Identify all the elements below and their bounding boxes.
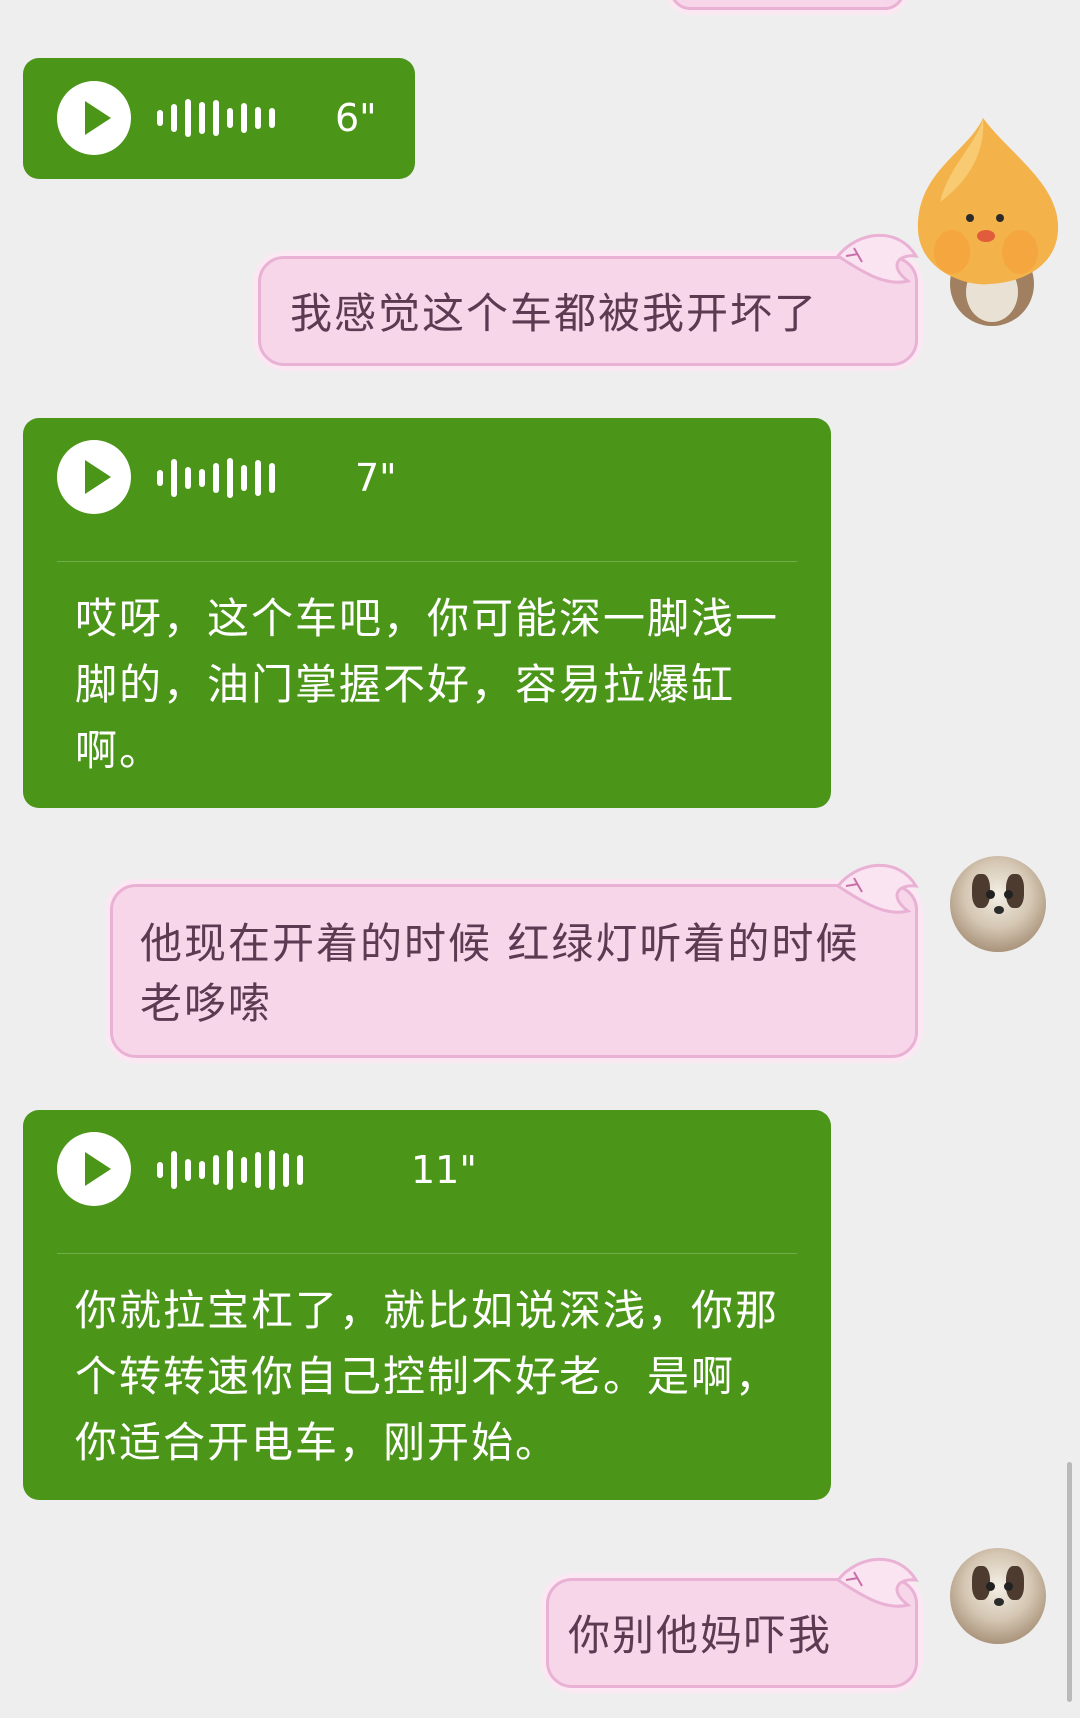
wing-decoration [835,233,919,284]
voice-message-1[interactable]: 6" [23,58,415,179]
voice-duration: 6" [335,96,377,140]
voice-message-3[interactable]: 11" 你就拉宝杠了，就比如说深浅，你那个转转速你自己控制不好老。是啊，你适合开… [23,1110,831,1500]
voice-message-2[interactable]: 7" 哎呀，这个车吧，你可能深一脚浅一脚的，油门掌握不好，容易拉爆缸啊。 [23,418,831,808]
voice-duration: 11" [411,1148,477,1192]
divider [57,561,797,562]
wing-decoration [835,1557,919,1608]
waveform-icon [157,94,275,142]
voice-transcript: 哎呀，这个车吧，你可能深一脚浅一脚的，油门掌握不好，容易拉爆缸啊。 [75,594,780,775]
divider [57,1253,797,1254]
sent-text-2: 他现在开着的时候 红绿灯听着的时候 老哆嗦 [140,919,860,1028]
play-icon[interactable] [57,1132,131,1206]
waveform-icon [157,1146,303,1194]
voice-duration: 7" [355,456,397,500]
partial-sent-bubble[interactable] [670,0,905,10]
peach-sticker [917,118,1059,326]
waveform-icon [157,454,275,502]
wing-decoration [835,863,919,914]
play-icon[interactable] [57,81,131,155]
scrollbar[interactable] [1067,1462,1072,1702]
sent-text-1: 我感觉这个车都被我开坏了 [290,289,819,338]
dog-ghost-avatar[interactable] [950,856,1046,952]
voice-transcript: 你就拉宝杠了，就比如说深浅，你那个转转速你自己控制不好老。是啊，你适合开电车，刚… [75,1286,780,1467]
dog-ghost-avatar[interactable] [950,1548,1046,1644]
play-icon[interactable] [57,440,131,514]
